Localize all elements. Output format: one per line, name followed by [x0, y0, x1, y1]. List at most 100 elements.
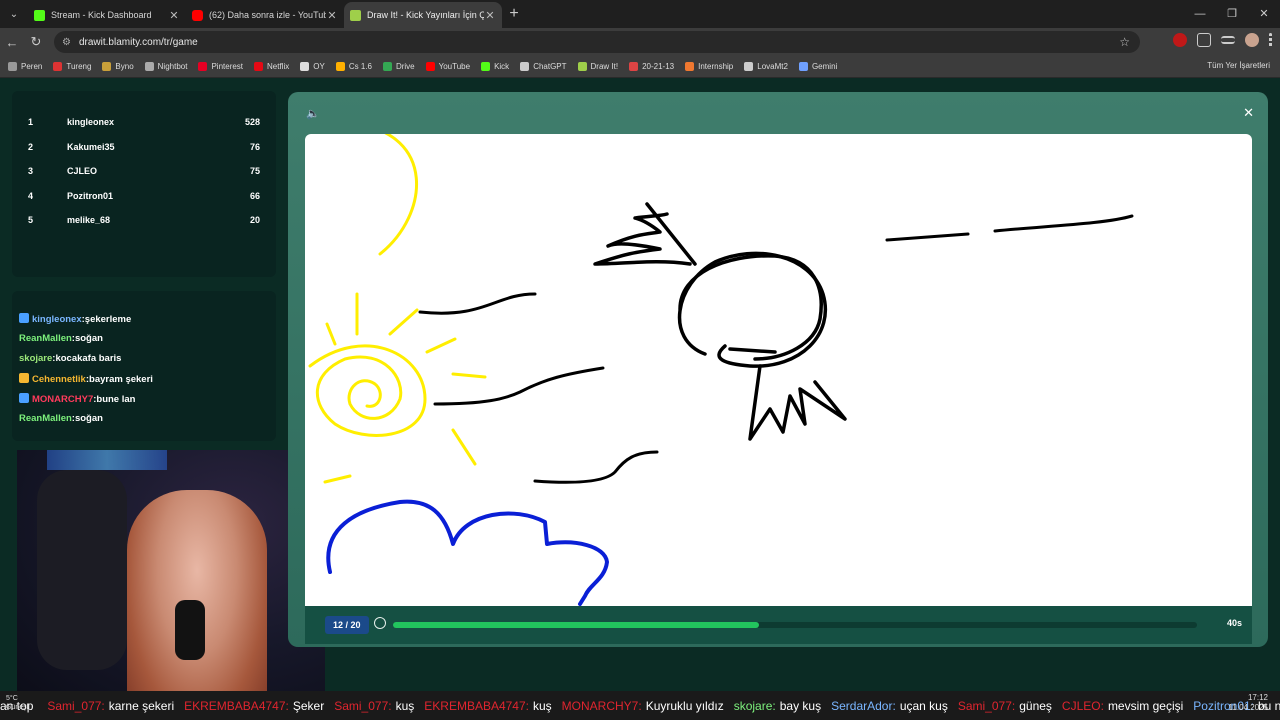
tab-youtube[interactable]: (62) Daha sonra izle - YouTube ✕ [186, 2, 344, 28]
chat-username[interactable]: skojare [19, 353, 52, 364]
bookmark-item[interactable]: Peren [8, 62, 42, 71]
bookmark-item[interactable]: Cs 1.6 [335, 62, 372, 71]
bookmark-item[interactable]: Internship [685, 62, 733, 71]
bookmark-label: Peren [21, 62, 43, 71]
sun-drawing [308, 134, 487, 484]
bookmark-star-icon[interactable]: ☆ [1119, 35, 1130, 49]
bookmark-label: Kick [494, 62, 510, 71]
restore-icon[interactable]: ❐ [1216, 0, 1248, 28]
back-icon[interactable]: ← [0, 35, 24, 50]
drawing-canvas[interactable] [305, 134, 1252, 606]
bookmark-item[interactable]: Tureng [53, 62, 91, 71]
all-bookmarks[interactable]: Tüm Yer İşaretleri [1207, 61, 1270, 70]
tab-strip: ⌄ Stream - Kick Dashboard ✕ (62) Daha so… [0, 0, 1280, 28]
media-icon[interactable] [1221, 36, 1235, 44]
bookmark-item[interactable]: Drive [382, 62, 415, 71]
bookmark-label: Draw It! [590, 62, 619, 71]
bookmark-item[interactable]: Nightbot [144, 62, 188, 71]
chat-username[interactable]: ReanMallen [19, 413, 72, 424]
close-window-icon[interactable]: ✕ [1248, 0, 1280, 28]
close-tab-icon[interactable]: ✕ [168, 9, 180, 22]
streamer [127, 490, 267, 695]
chat-text: :bayram şekeri [85, 374, 153, 385]
leaderboard-score: 76 [249, 141, 260, 152]
bookmark-icon [382, 62, 392, 71]
bookmark-icon [53, 62, 63, 71]
bookmark-item[interactable]: LovaMt2 [744, 62, 788, 71]
bookmark-item[interactable]: OY [300, 62, 325, 71]
leaderboard-rank: 3 [28, 166, 34, 177]
leaderboard-name: CJLEO [67, 166, 98, 177]
bookmark-item[interactable]: Kick [481, 62, 509, 71]
chat-panel: kingleonex:şekerleme ReanMallen:soğan skoj… [12, 291, 276, 441]
bookmark-label: YouTube [438, 62, 471, 71]
bookmark-item[interactable]: Gemini [798, 62, 838, 71]
extensions [1173, 33, 1272, 47]
chat-username[interactable]: MONARCHY7 [32, 394, 93, 405]
toolbar: ← ↻ ⚙ drawit.blamity.com/tr/game ☆ [0, 28, 1280, 56]
bookmark-icon [8, 62, 17, 71]
round-counter: 12 / 20 [325, 616, 369, 634]
avatar[interactable] [1245, 33, 1259, 47]
close-icon[interactable]: ✕ [1243, 105, 1254, 121]
bookmark-icon [520, 62, 530, 71]
bookmark-item[interactable]: Draw It! [577, 62, 619, 71]
close-tab-icon[interactable]: ✕ [326, 9, 338, 22]
comet-drawing [593, 202, 847, 441]
ticker-text: mevsim geçişi [1107, 698, 1184, 713]
tab-title: (62) Daha sonra izle - YouTube [209, 10, 326, 20]
extension-icon[interactable] [1173, 33, 1187, 47]
leaderboard-score: 20 [249, 215, 260, 226]
puzzle-icon[interactable] [1197, 33, 1211, 47]
bookmark-label: Drive [395, 62, 415, 71]
round-progress: 12 / 20 40s [305, 606, 1252, 644]
leaderboard-score: 75 [249, 166, 260, 177]
bookmark-item[interactable]: YouTube [425, 62, 471, 71]
bookmark-icon [300, 62, 310, 71]
bookmark-icon [335, 62, 345, 71]
bookmark-icon [144, 62, 154, 71]
bookmark-label: Internship [698, 62, 734, 71]
leaderboard-rank: 4 [28, 190, 34, 201]
bookmark-item[interactable]: Pinterest [198, 62, 243, 71]
bookmark-icon [798, 62, 808, 71]
game-page: 1 kingleonex 528 2 Kakumei35 76 3 CJLEO 75 4 Pozit… [0, 79, 1280, 720]
bookmark-item[interactable]: ChatGPT [520, 62, 567, 71]
chat-username[interactable]: kingleonex [32, 314, 82, 325]
chat-text: :şekerleme [81, 314, 132, 325]
new-tab-button[interactable]: + [502, 5, 526, 23]
tab-search-icon[interactable]: ⌄ [0, 0, 28, 28]
bookmark-label: Nightbot [157, 62, 188, 71]
minimize-icon[interactable]: — [1184, 0, 1216, 28]
chat-username[interactable]: ReanMallen [19, 333, 72, 344]
leaderboard-rank: 1 [28, 117, 34, 127]
bookmark-item[interactable]: Netflix [254, 62, 289, 71]
weather-widget[interactable]: 5°C Güneşli [6, 694, 30, 712]
drawit-favicon-icon [350, 9, 361, 21]
tab-kick-dashboard[interactable]: Stream - Kick Dashboard ✕ [28, 2, 186, 28]
tab-drawit[interactable]: Draw It! - Kick Yayınları İçin Çizi ✕ [344, 2, 502, 28]
chat-message: skojare:kocakafa baris [12, 353, 276, 373]
chat-ticker: an top Sami_077: karne şekeri EKREMBABA4747… [0, 691, 1280, 720]
sound-icon[interactable]: 🔈 [306, 107, 320, 120]
bookmark-icon [254, 62, 264, 71]
leaderboard-name: melike_68 [67, 215, 111, 226]
game-panel: 🔈 ✕ 12 / 20 40s [288, 92, 1268, 647]
chat-badge-icon [19, 313, 29, 323]
tab-title: Draw It! - Kick Yayınları İçin Çizi [367, 10, 484, 20]
close-tab-icon[interactable]: ✕ [484, 9, 496, 22]
chat-message: Cehennetlik:bayram şekeri [12, 373, 276, 393]
bookmark-item[interactable]: Byno [102, 62, 134, 71]
bookmark-label: OY [313, 62, 325, 71]
timer-icon [374, 617, 386, 629]
system-clock[interactable]: 17:12 11.04.2025 [1229, 693, 1268, 713]
chat-username[interactable]: Cehennetlik [32, 374, 86, 385]
reload-icon[interactable]: ↻ [24, 34, 48, 50]
address-bar[interactable]: ⚙ drawit.blamity.com/tr/game ☆ [54, 31, 1140, 53]
leaderboard-score: 528 [244, 117, 260, 127]
bookmark-icon [198, 62, 208, 71]
site-info-icon[interactable]: ⚙ [62, 37, 71, 48]
bookmark-label: Gemini [811, 62, 838, 71]
bookmark-item[interactable]: 20-21-13 [629, 62, 674, 71]
menu-icon[interactable] [1269, 33, 1272, 47]
